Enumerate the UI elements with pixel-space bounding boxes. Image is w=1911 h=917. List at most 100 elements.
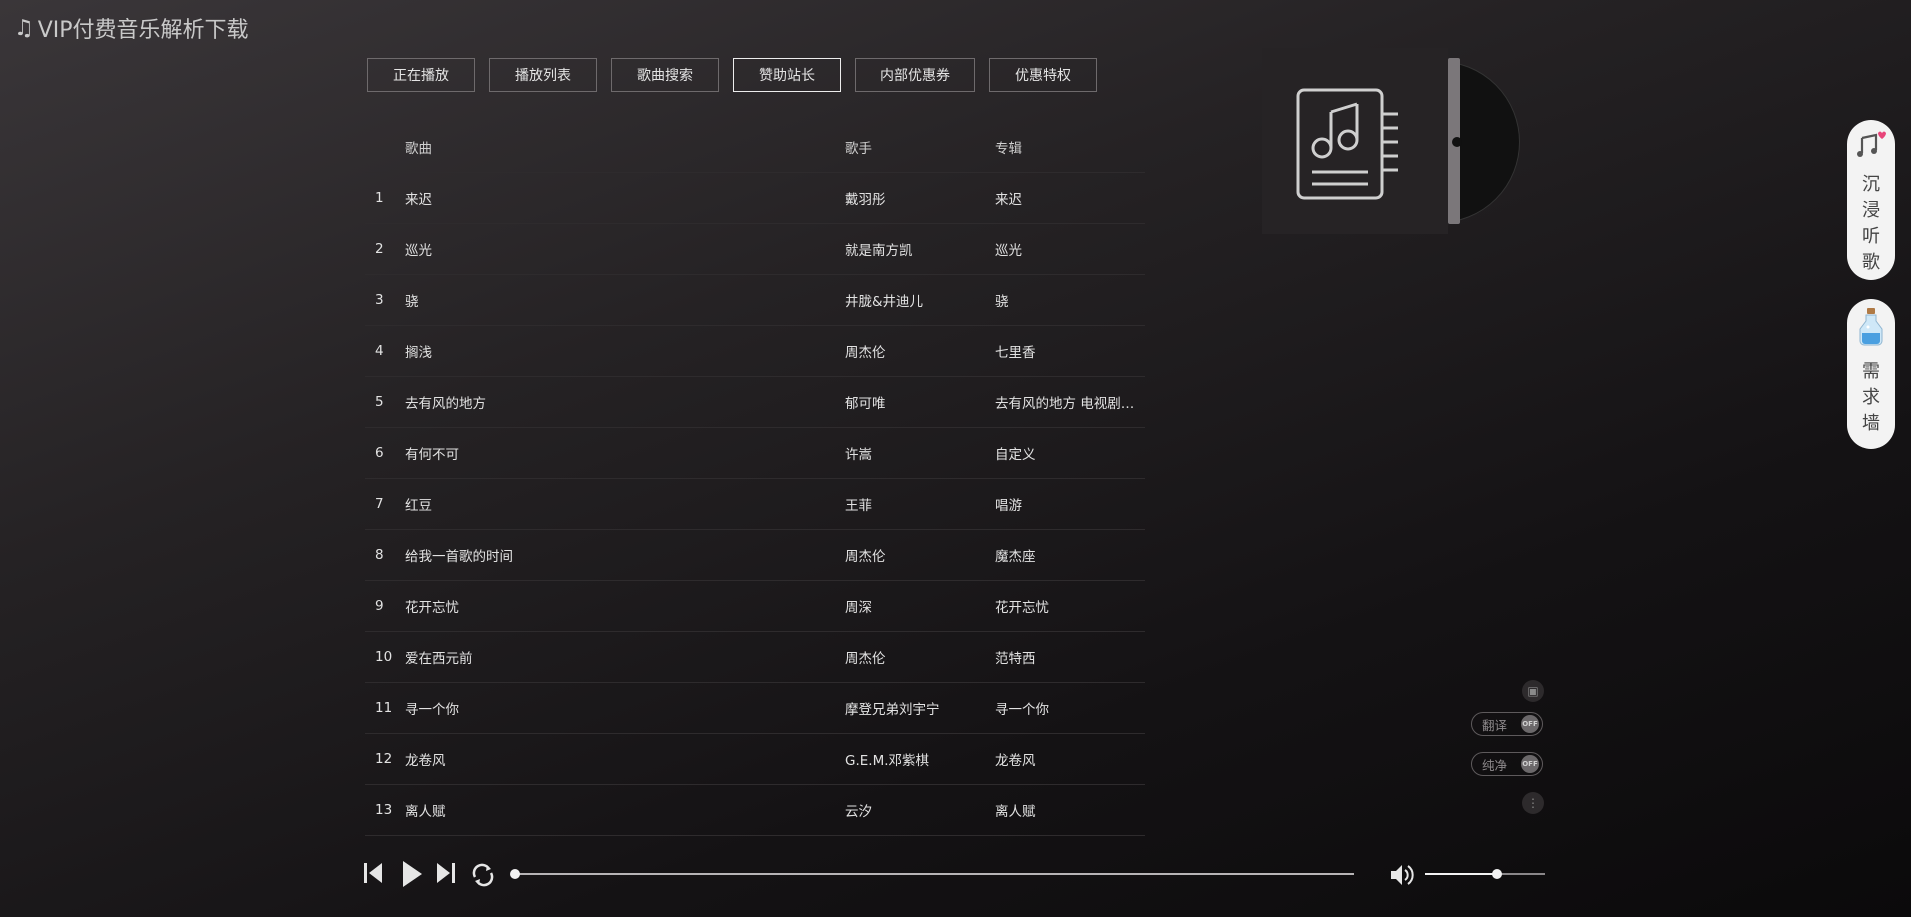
loop-icon[interactable] [470, 862, 496, 892]
cover-art [1262, 48, 1448, 234]
song-row[interactable]: 7 红豆 王菲 唱游 [365, 479, 1145, 530]
song-artist: 摩登兄弟刘宇宁 [845, 702, 940, 718]
song-number: 4 [375, 343, 384, 359]
volume-icon[interactable] [1388, 861, 1416, 893]
immersive-listen-button[interactable]: 沉 浸 听 歌 [1847, 120, 1895, 280]
pure-toggle[interactable]: 纯净 OFF [1471, 752, 1543, 776]
song-artist: 戴羽彤 [845, 192, 886, 208]
song-list-header: 歌曲 歌手 专辑 [365, 122, 1145, 173]
song-row[interactable]: 1 来迟 戴羽彤 来迟 [365, 173, 1145, 224]
song-album: 离人赋 [995, 804, 1036, 820]
song-row[interactable]: 11 寻一个你 摩登兄弟刘宇宁 寻一个你 [365, 683, 1145, 734]
wishwall-char: 需 [1862, 361, 1880, 382]
song-number: 11 [375, 700, 393, 716]
player-bar [362, 860, 1548, 890]
song-name: 红豆 [405, 498, 432, 514]
song-album: 去有风的地方 电视剧… [995, 396, 1135, 412]
song-name: 花开忘忧 [405, 600, 459, 616]
song-number: 12 [375, 751, 393, 767]
song-album: 骁 [995, 294, 1009, 310]
translate-label: 翻译 [1482, 717, 1508, 733]
song-row[interactable]: 2 巡光 就是南方凯 巡光 [365, 224, 1145, 275]
song-name: 搁浅 [405, 345, 432, 361]
progress-handle[interactable] [510, 869, 520, 879]
volume-handle[interactable] [1492, 869, 1502, 879]
song-number: 6 [375, 445, 384, 461]
song-row[interactable]: 8 给我一首歌的时间 周杰伦 魔杰座 [365, 530, 1145, 581]
song-number: 7 [375, 496, 384, 512]
song-name: 巡光 [405, 243, 432, 259]
song-number: 3 [375, 292, 384, 308]
progress-bar[interactable] [514, 873, 1354, 875]
music-note-icon: ♫ [14, 15, 34, 41]
play-icon[interactable] [400, 859, 424, 893]
song-album: 范特西 [995, 651, 1036, 667]
song-album: 龙卷风 [995, 753, 1036, 769]
pure-label: 纯净 [1482, 757, 1508, 773]
song-number: 8 [375, 547, 384, 563]
song-artist: 郁可唯 [845, 396, 886, 412]
song-artist: 周深 [845, 600, 872, 616]
music-document-icon [1296, 88, 1398, 200]
song-artist: 王菲 [845, 498, 872, 514]
header-artist: 歌手 [845, 141, 872, 157]
music-heart-icon [1856, 130, 1886, 168]
song-name: 爱在西元前 [405, 651, 473, 667]
tab-song-search[interactable]: 歌曲搜索 [611, 58, 719, 92]
song-row[interactable]: 10 爱在西元前 周杰伦 范特西 [365, 632, 1145, 683]
wishwall-char: 墙 [1862, 413, 1880, 434]
song-name: 离人赋 [405, 804, 446, 820]
song-number: 2 [375, 241, 384, 257]
song-list: 歌曲 歌手 专辑 1 来迟 戴羽彤 来迟 2 巡光 就是南方凯 巡光 3 骁井胧&井迪儿骁 4 搁浅周… [365, 122, 1145, 836]
song-artist: 周杰伦 [845, 345, 886, 361]
song-album: 七里香 [995, 345, 1036, 361]
song-artist: 就是南方凯 [845, 243, 913, 259]
song-artist: 许嵩 [845, 447, 872, 463]
song-row[interactable]: 4 搁浅 周杰伦 七里香 [365, 326, 1145, 377]
skip-next-icon[interactable] [435, 860, 457, 890]
wish-bottle-icon [1854, 307, 1888, 355]
song-album: 唱游 [995, 498, 1022, 514]
song-row[interactable]: 6 有何不可 许嵩 自定义 [365, 428, 1145, 479]
vinyl-center [1452, 137, 1462, 147]
tab-playlist[interactable]: 播放列表 [489, 58, 597, 92]
app-title: ♫ VIP付费音乐解析下载 [14, 12, 249, 44]
song-number: 13 [375, 802, 393, 818]
song-name: 去有风的地方 [405, 396, 486, 412]
skip-previous-icon[interactable] [362, 860, 384, 890]
header-song: 歌曲 [405, 141, 432, 157]
song-artist: 井胧&井迪儿 [845, 294, 924, 310]
more-icon[interactable]: ⋮ [1522, 792, 1544, 814]
song-artist: G.E.M.邓紫棋 [845, 753, 930, 769]
song-row[interactable]: 5 去有风的地方 郁可唯 去有风的地方 电视剧… [365, 377, 1145, 428]
song-album: 魔杰座 [995, 549, 1036, 565]
tab-coupons[interactable]: 内部优惠券 [855, 58, 975, 92]
immersive-char: 沉 [1862, 174, 1880, 195]
song-album: 来迟 [995, 192, 1022, 208]
song-row[interactable]: 13 离人赋 云汐 离人赋 [365, 785, 1145, 836]
tab-sponsor[interactable]: 赞助站长 [733, 58, 841, 92]
translate-state: OFF [1521, 715, 1539, 733]
tab-now-playing[interactable]: 正在播放 [367, 58, 475, 92]
song-row[interactable]: 3 骁 井胧&井迪儿 骁 [365, 275, 1145, 326]
translate-toggle[interactable]: 翻译 OFF [1471, 712, 1543, 736]
song-row[interactable]: 9 花开忘忧 周深 花开忘忧 [365, 581, 1145, 632]
wishwall-char: 求 [1862, 387, 1880, 408]
wish-wall-button[interactable]: 需 求 墙 [1847, 299, 1895, 449]
copy-icon[interactable]: ▣ [1522, 680, 1544, 702]
tab-privileges[interactable]: 优惠特权 [989, 58, 1097, 92]
song-number: 5 [375, 394, 384, 410]
song-row[interactable]: 12 龙卷风 G.E.M.邓紫棋 龙卷风 [365, 734, 1145, 785]
pure-state: OFF [1521, 755, 1539, 773]
song-artist: 云汐 [845, 804, 872, 820]
volume-slider[interactable] [1425, 873, 1545, 875]
song-album: 花开忘忧 [995, 600, 1049, 616]
song-album: 巡光 [995, 243, 1022, 259]
album-cover [1262, 48, 1520, 234]
song-name: 给我一首歌的时间 [405, 549, 513, 565]
song-artist: 周杰伦 [845, 549, 886, 565]
song-number: 9 [375, 598, 384, 614]
song-name: 龙卷风 [405, 753, 446, 769]
song-album: 自定义 [995, 447, 1036, 463]
song-name: 寻一个你 [405, 702, 459, 718]
